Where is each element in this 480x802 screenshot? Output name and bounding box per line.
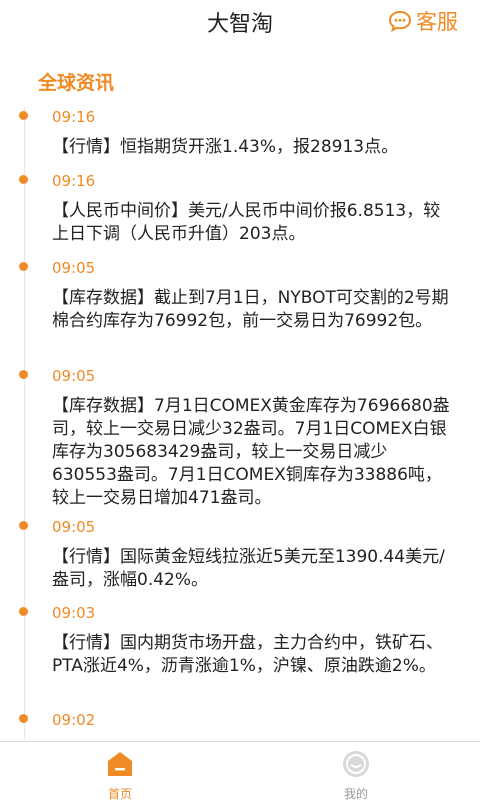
news-text: 【行情】恒指期货开涨1.43%，报28913点。 xyxy=(52,137,399,157)
timeline-dot xyxy=(19,714,28,723)
customer-service-button[interactable]: 客服 xyxy=(388,6,458,36)
tab-home-label: 首页 xyxy=(107,787,132,801)
news-text: 【行情】国内期货市场开盘，主力合约中，铁矿石、PTA涨近4%，沥青涨逾1%，沪镍… xyxy=(52,633,443,676)
timeline-dot xyxy=(19,262,28,271)
home-tab-icon xyxy=(108,752,132,776)
timeline-dot xyxy=(19,607,28,616)
news-text: 【库存数据】截止到7月1日，NYBOT可交割的2号期棉合约库存为76992包，前… xyxy=(52,288,449,331)
app-header: 大智淘 客服 xyxy=(0,0,480,44)
news-time: 09:05 xyxy=(52,518,96,536)
timeline-dot xyxy=(19,175,28,184)
timeline-dot xyxy=(19,111,28,120)
news-time: 09:05 xyxy=(52,367,96,385)
timeline-dot xyxy=(19,521,28,530)
news-time: 09:16 xyxy=(52,108,96,126)
news-text: 【库存数据】7月1日COMEX黄金库存为7696680盎司，较上一交易日减少32… xyxy=(52,396,450,508)
profile-tab-icon xyxy=(343,751,369,777)
timeline-dot xyxy=(19,370,28,379)
news-time: 09:03 xyxy=(52,604,96,622)
news-time: 09:16 xyxy=(52,172,96,190)
news-time: 09:05 xyxy=(52,259,96,277)
chat-bubble-icon xyxy=(388,10,412,32)
news-text: 【人民币中间价】美元/人民币中间价报6.8513，较上日下调（人民币升值）203… xyxy=(52,201,441,244)
news-text: 【行情】国际黄金短线拉涨近5美元至1390.44美元/盎司，涨幅0.42%。 xyxy=(52,547,445,590)
tab-mine[interactable]: 我的 xyxy=(316,742,396,801)
bottom-tab-bar: 首页 我的 xyxy=(0,741,480,801)
news-time: 09:02 xyxy=(52,711,96,729)
timeline-line xyxy=(24,108,25,740)
tab-mine-label: 我的 xyxy=(343,787,368,801)
tab-home[interactable]: 首页 xyxy=(80,742,160,801)
section-title: 全球资讯 xyxy=(38,72,115,94)
customer-service-label: 客服 xyxy=(416,10,458,34)
